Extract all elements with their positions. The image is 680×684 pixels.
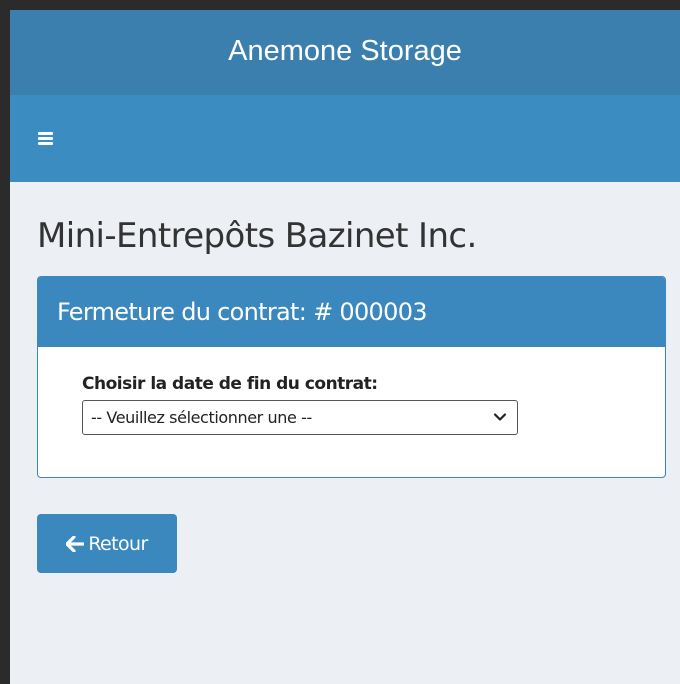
- hamburger-menu-icon[interactable]: [38, 132, 53, 145]
- app-title: Anemone Storage: [228, 35, 462, 67]
- chevron-down-icon: [493, 413, 507, 421]
- back-button[interactable]: Retour: [37, 514, 177, 573]
- page-title: Mini-Entrepôts Bazinet Inc.: [37, 216, 477, 256]
- main-content: Mini-Entrepôts Bazinet Inc. Fermeture du…: [10, 216, 680, 573]
- app-window: Anemone Storage Mini-Entrepôts Bazinet I…: [10, 10, 680, 684]
- end-date-select[interactable]: -- Veuillez sélectionner une --: [82, 400, 518, 435]
- app-header: Anemone Storage: [10, 10, 680, 95]
- contract-closure-card: Fermeture du contrat: # 000003 Choisir l…: [37, 276, 666, 478]
- back-button-label: Retour: [88, 532, 148, 555]
- arrow-left-icon: [66, 535, 85, 552]
- end-date-select-value: -- Veuillez sélectionner une --: [91, 408, 312, 427]
- card-header: Fermeture du contrat: # 000003: [38, 277, 665, 347]
- end-date-label: Choisir la date de fin du contrat:: [82, 374, 378, 394]
- card-body: Choisir la date de fin du contrat: -- Ve…: [38, 347, 665, 477]
- menu-bar-top: [38, 132, 53, 135]
- menu-bar-middle: [38, 137, 53, 140]
- card-title: Fermeture du contrat: # 000003: [57, 298, 428, 326]
- navbar: [10, 95, 680, 182]
- menu-bar-bottom: [38, 142, 53, 145]
